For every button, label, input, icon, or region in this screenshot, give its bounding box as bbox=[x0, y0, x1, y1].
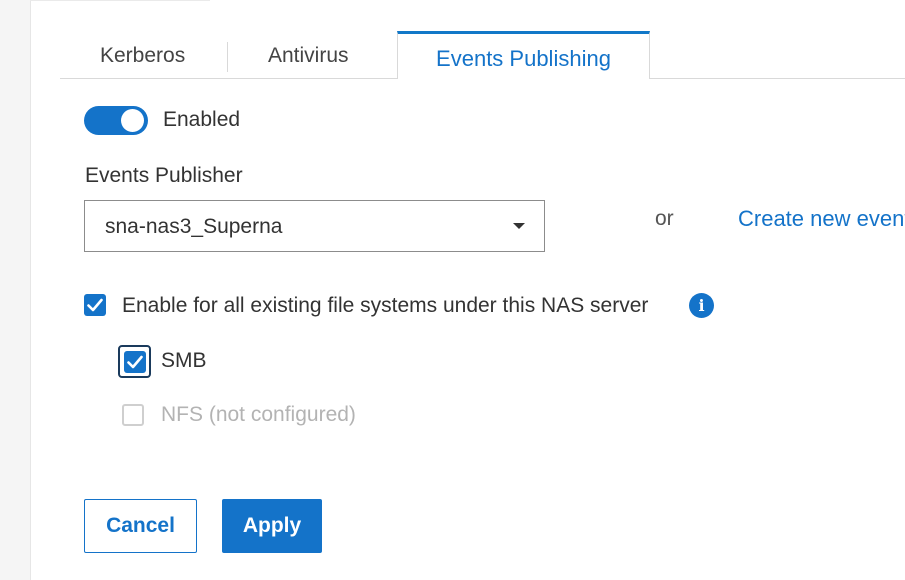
tab-antivirus[interactable]: Antivirus bbox=[268, 44, 349, 68]
apply-button[interactable]: Apply bbox=[222, 499, 322, 553]
cancel-button[interactable]: Cancel bbox=[84, 499, 197, 553]
chevron-down-icon bbox=[513, 223, 525, 229]
or-text: or bbox=[655, 207, 674, 230]
smb-checkbox[interactable] bbox=[124, 351, 146, 373]
smb-checkbox-focus-ring bbox=[118, 345, 151, 378]
create-new-event-link[interactable]: Create new event bbox=[738, 206, 905, 232]
enabled-label: Enabled bbox=[163, 108, 241, 131]
enable-all-filesystems-checkbox[interactable] bbox=[84, 294, 106, 316]
enabled-toggle[interactable] bbox=[84, 106, 148, 135]
nfs-checkbox bbox=[122, 404, 144, 426]
checkmark-icon bbox=[127, 355, 143, 369]
toggle-knob bbox=[121, 109, 144, 132]
checkmark-icon bbox=[87, 298, 103, 312]
events-publisher-label: Events Publisher bbox=[85, 164, 243, 187]
events-publisher-select[interactable]: sna-nas3_Superna bbox=[84, 200, 545, 252]
info-icon[interactable]: i bbox=[689, 293, 714, 318]
tab-events-publishing[interactable]: Events Publishing bbox=[397, 31, 650, 79]
smb-label: SMB bbox=[161, 349, 207, 372]
top-divider bbox=[30, 0, 210, 1]
tab-divider bbox=[227, 42, 228, 72]
nfs-label: NFS (not configured) bbox=[161, 403, 356, 426]
enable-all-filesystems-label: Enable for all existing file systems und… bbox=[122, 294, 649, 317]
left-rail bbox=[0, 0, 31, 580]
tab-kerberos[interactable]: Kerberos bbox=[100, 44, 185, 68]
events-publisher-value: sna-nas3_Superna bbox=[105, 215, 283, 238]
